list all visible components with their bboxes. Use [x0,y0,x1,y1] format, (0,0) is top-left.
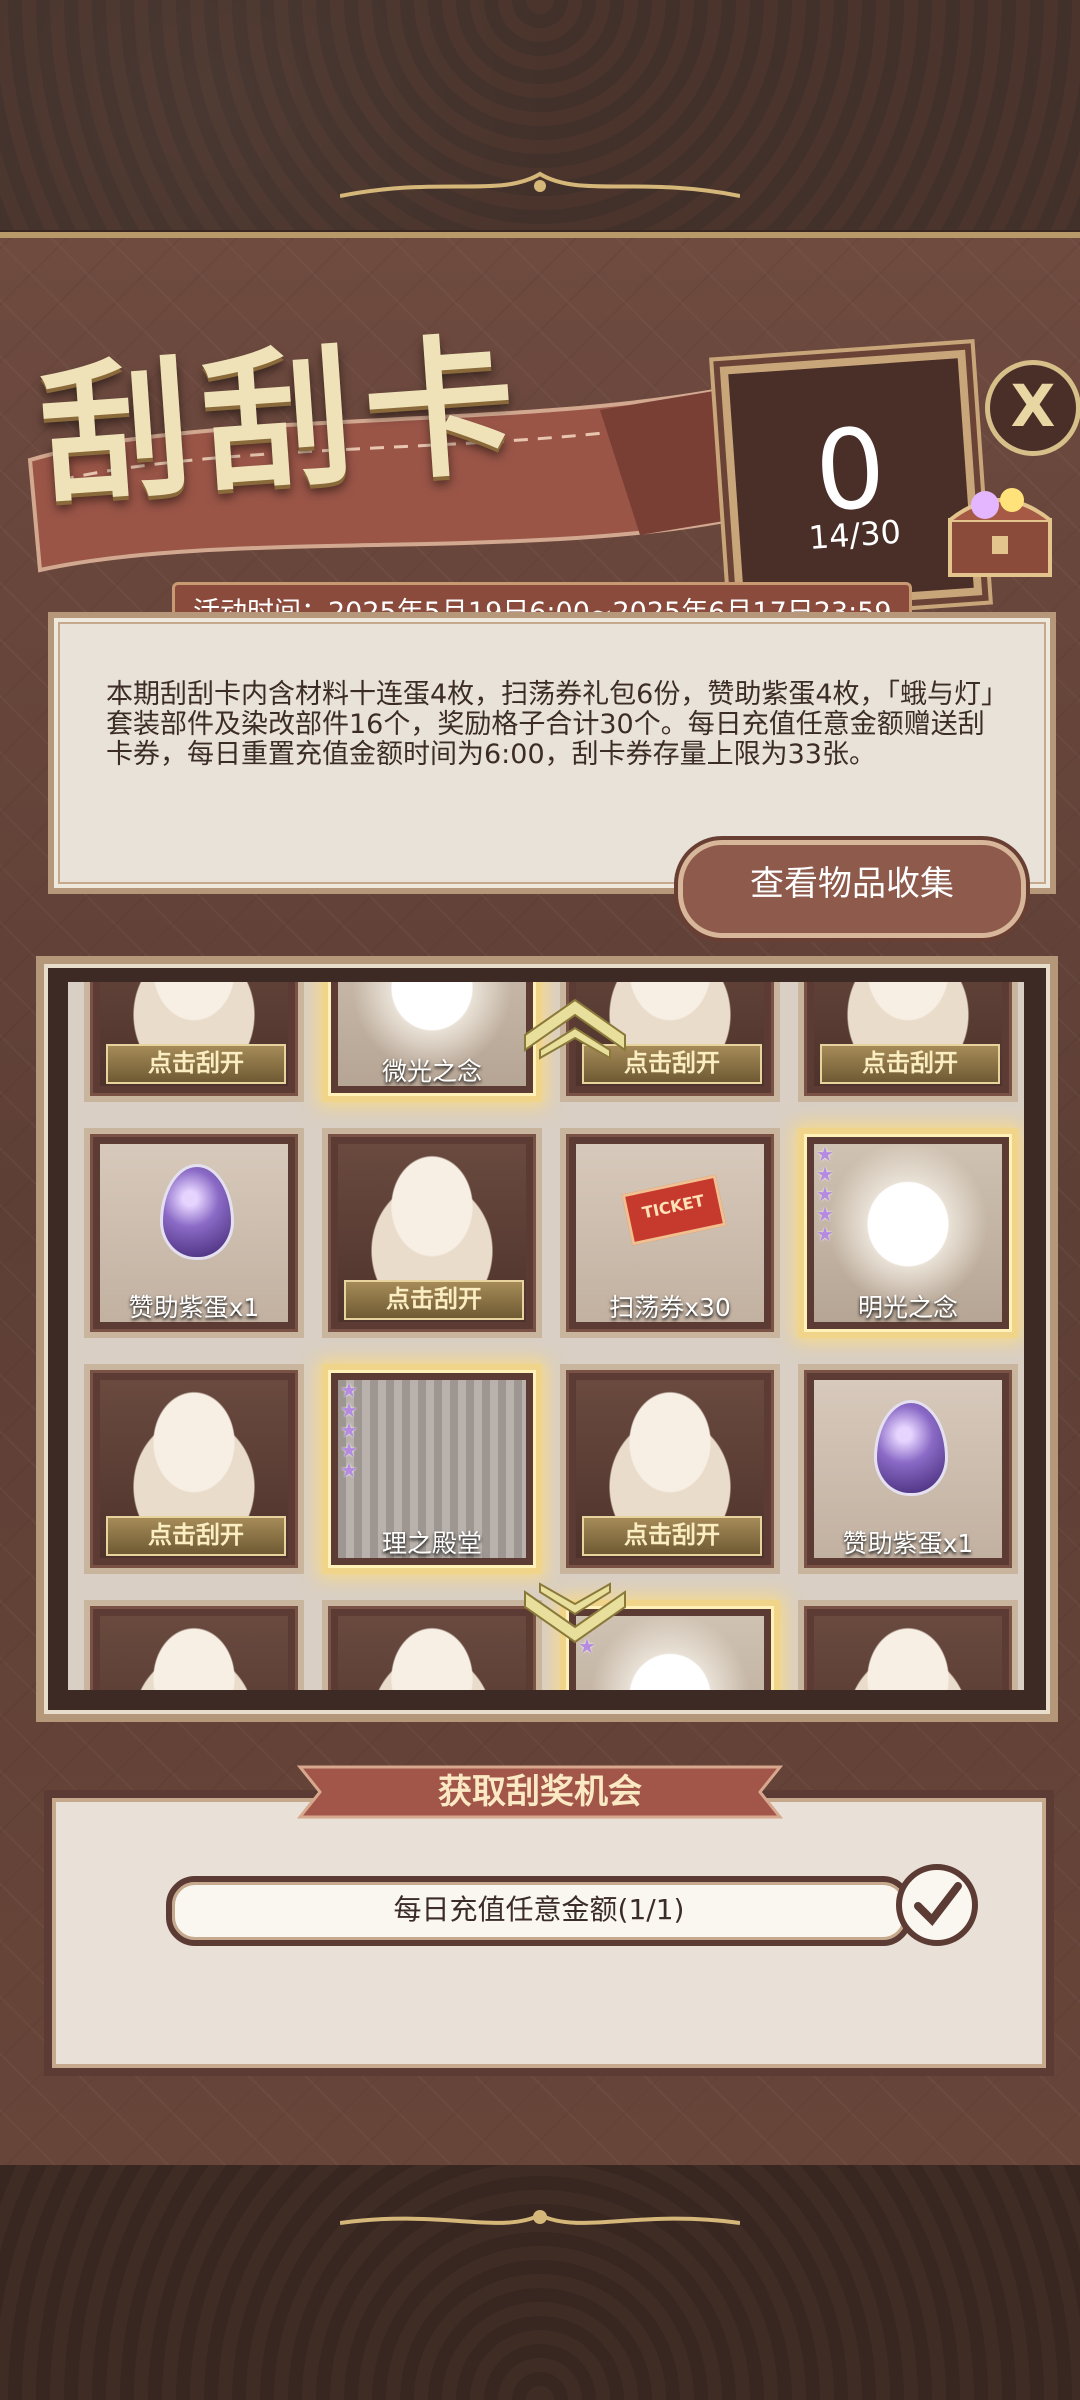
cell-art [338,1616,526,1690]
grid-cell[interactable]: 点击刮开 [84,982,304,1102]
grid-cell[interactable]: 点击刮开 [560,1364,780,1574]
grid-cell[interactable] [84,1600,304,1690]
check-icon [896,1864,978,1946]
grid-cell[interactable]: TICKET 扫荡券x30 [560,1128,780,1338]
scratch-label: 点击刮开 [106,1044,286,1084]
top-flourish [340,171,740,198]
task-item[interactable]: 每日充值任意金额(1/1) [166,1876,912,1946]
scratch-label: 点击刮开 [106,1516,286,1556]
bottom-background [0,2165,1080,2400]
grid-cell[interactable]: 赞助紫蛋x1 [84,1128,304,1338]
grid-cell[interactable]: ★ ★ ★ ★ ★ 明光之念 [798,1128,1018,1338]
event-description: 本期刮刮卡内含材料十连蛋4枚，扫荡券礼包6份，赞助紫蛋4枚，「蛾与灯」套装部件及… [106,679,995,770]
view-collection-button[interactable]: 查看物品收集 [678,840,1026,938]
item-label: 赞助紫蛋x1 [128,1293,260,1322]
scroll-up-arrow-icon[interactable] [520,990,630,1060]
item-label: 赞助紫蛋x1 [842,1529,974,1558]
item-label: 理之殿堂 [381,1529,482,1558]
rarity-stars: ★ ★ ★ ★ ★ [340,1378,358,1482]
item-label: 微光之念 [381,1057,482,1086]
item-label: 明光之念 [857,1293,958,1322]
grid-cell[interactable] [798,1600,1018,1690]
grid-cell[interactable]: ★★★ 微光之念 [322,982,542,1102]
grid-cell[interactable]: ★ ★ ★ ★ ★ 理之殿堂 [322,1364,542,1574]
scroll-down-arrow-icon[interactable] [520,1582,630,1652]
grid-cell[interactable] [322,1600,542,1690]
scratch-label: 点击刮开 [344,1280,524,1320]
top-background [0,0,1080,230]
rarity-stars: ★ ★ ★ ★ ★ [816,1142,834,1246]
treasure-chest-icon [948,488,1052,577]
cell-art [814,1616,1002,1690]
page-title: 刮刮卡 [35,316,533,526]
grid-cell[interactable]: 点击刮开 [84,1364,304,1574]
grid-cell[interactable]: 点击刮开 [798,982,1018,1102]
scratch-grid-frame: 点击刮开 ★★★ 微光之念 点击刮开 点击刮开 赞助紫蛋x1 点击刮开 TICK… [36,956,1058,1722]
cell-art [100,1616,288,1690]
bottom-flourish [340,2210,740,2225]
grid-cell[interactable]: 赞助紫蛋x1 [798,1364,1018,1574]
scratch-grid[interactable]: 点击刮开 ★★★ 微光之念 点击刮开 点击刮开 赞助紫蛋x1 点击刮开 TICK… [68,982,1024,1690]
scratch-label: 点击刮开 [582,1516,762,1556]
grid-cell[interactable]: 点击刮开 [322,1128,542,1338]
scratch-label: 点击刮开 [820,1044,1000,1084]
close-button[interactable]: X [985,360,1080,456]
chance-title: 获取刮奖机会 [438,1772,642,1812]
item-label: 扫荡券x30 [609,1293,731,1322]
